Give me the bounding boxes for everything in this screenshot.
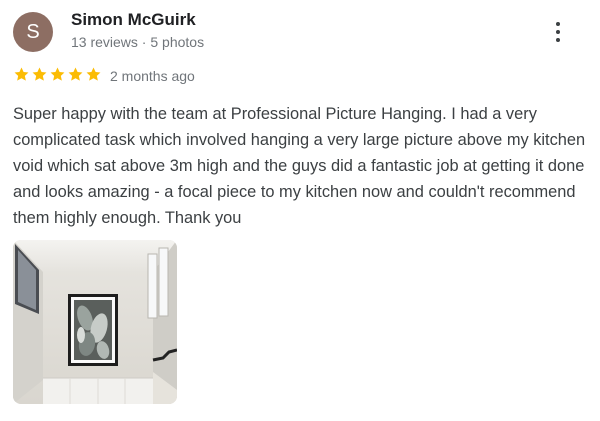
reviewer-meta: 13 reviews · 5 photos: [71, 34, 205, 50]
reviewer-name[interactable]: Simon McGuirk: [71, 10, 196, 30]
review-photo[interactable]: [13, 240, 177, 404]
avatar[interactable]: S: [13, 12, 53, 52]
more-vert-icon-dot: [556, 38, 560, 42]
review-text: Super happy with the team at Professiona…: [13, 105, 586, 227]
star-icon: [14, 67, 29, 81]
avatar-initial: S: [26, 20, 40, 43]
star-icon: [68, 67, 83, 81]
star-icon: [86, 67, 101, 81]
photo-image: [13, 240, 177, 404]
star-icon: [32, 67, 47, 81]
more-options-button[interactable]: [546, 17, 570, 47]
review-date: 2 months ago: [110, 68, 195, 84]
more-vert-icon-dot: [556, 30, 560, 34]
star-icon: [50, 67, 65, 81]
review-card: S Simon McGuirk 13 reviews · 5 photos 2 …: [0, 0, 600, 421]
more-vert-icon: [556, 22, 560, 26]
star-rating: [13, 66, 102, 83]
